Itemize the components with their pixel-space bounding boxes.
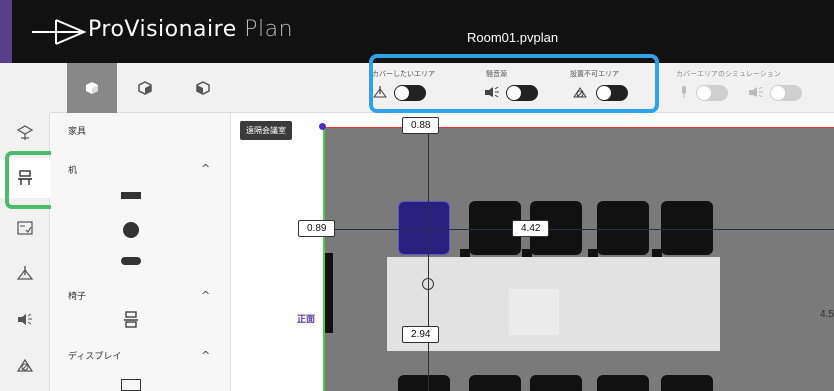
switch-knob	[771, 86, 785, 100]
toggle-coverage-simulation: カバーエリアのシミュレーション	[676, 65, 834, 111]
chair[interactable]	[530, 375, 582, 391]
dimension-center: 4.42	[512, 220, 550, 237]
app-name: ProVisionaire Plan	[88, 17, 293, 42]
chair[interactable]	[661, 375, 713, 391]
sidebar-item-speaker[interactable]	[0, 299, 50, 339]
app-name-main: ProVisionaire	[88, 17, 245, 42]
switch-knob	[697, 86, 711, 100]
speaker-icon	[749, 86, 763, 98]
desk-round-item[interactable]	[123, 222, 139, 238]
sidebar-item-no-install[interactable]	[0, 345, 50, 385]
table-center-marker	[509, 289, 559, 335]
desk-oval-item[interactable]	[121, 257, 141, 265]
horizontal-guide-line	[323, 229, 834, 230]
chair[interactable]	[661, 201, 713, 255]
speaker-icon	[18, 313, 32, 325]
category-display-label: ディスプレイ	[68, 351, 122, 361]
chair[interactable]	[597, 375, 649, 391]
chair-leg	[588, 249, 598, 257]
chair-leg	[522, 249, 532, 257]
speaker-simulation-switch[interactable]	[770, 85, 802, 101]
chair[interactable]	[597, 201, 649, 255]
chair-item-icon[interactable]	[123, 311, 139, 329]
display-on-wall[interactable]	[325, 253, 333, 333]
cube-outline-icon	[196, 81, 210, 95]
furniture-panel: 家具 机 ^ 椅子 ^ ディスプレイ ^	[51, 113, 231, 391]
toggle-highlight-box	[369, 54, 659, 113]
sidebar-item-area[interactable]	[0, 253, 50, 293]
dimension-right: 4.5	[820, 309, 834, 320]
room-name-button[interactable]: 遠隔会議室	[240, 121, 292, 140]
document-title: Room01.pvplan	[467, 30, 559, 45]
mic-simulation-switch[interactable]	[696, 85, 728, 101]
category-chair-collapse[interactable]: ^	[201, 289, 210, 302]
dimension-top: 0.88	[402, 117, 440, 134]
layout-icon	[16, 125, 34, 140]
cube-outline-icon	[138, 81, 152, 95]
category-chair-label: 椅子	[68, 291, 87, 301]
room-corner-handle[interactable]	[319, 123, 326, 130]
chair[interactable]	[398, 375, 450, 391]
toolbar-spacer	[0, 63, 50, 113]
tab-equipment-3d[interactable]	[120, 63, 170, 113]
selected-chair[interactable]	[398, 201, 450, 255]
sidebar-item-checklist[interactable]	[0, 208, 50, 248]
category-desk-collapse[interactable]: ^	[201, 162, 210, 175]
checklist-icon	[17, 221, 33, 235]
vertical-guide-line	[428, 127, 429, 391]
chair[interactable]	[469, 375, 521, 391]
chair-leg	[460, 249, 470, 257]
category-display-collapse[interactable]: ^	[201, 349, 210, 362]
sidebar-item-layout[interactable]	[0, 113, 50, 153]
display-item[interactable]	[121, 379, 141, 391]
rotate-handle-icon[interactable]	[422, 278, 434, 290]
tab-other-3d[interactable]	[178, 63, 228, 113]
front-label: 正面	[297, 314, 316, 324]
dimension-bottom: 2.94	[402, 326, 440, 343]
app-logo: ProVisionaire Plan	[32, 16, 332, 48]
cube-icon	[86, 82, 98, 94]
panel-title: 家具	[68, 126, 87, 136]
tab-furniture-3d[interactable]	[67, 63, 117, 113]
app-name-plan: Plan	[244, 17, 294, 42]
desk-rect-item[interactable]	[121, 192, 141, 199]
brand-strip	[0, 0, 12, 63]
mic-icon	[682, 86, 686, 98]
area-icon	[16, 266, 34, 280]
toggle-label: カバーエリアのシミュレーション	[676, 71, 781, 78]
chair-leg	[652, 249, 662, 257]
category-desk-label: 机	[68, 165, 78, 175]
logo-icon	[32, 19, 87, 45]
no-install-icon	[16, 358, 34, 372]
dimension-left: 0.89	[298, 220, 336, 237]
floor-plan-canvas[interactable]: 遠隔会議室 正面 0.88 0.89 4.42 2.94 4.5	[232, 113, 834, 391]
